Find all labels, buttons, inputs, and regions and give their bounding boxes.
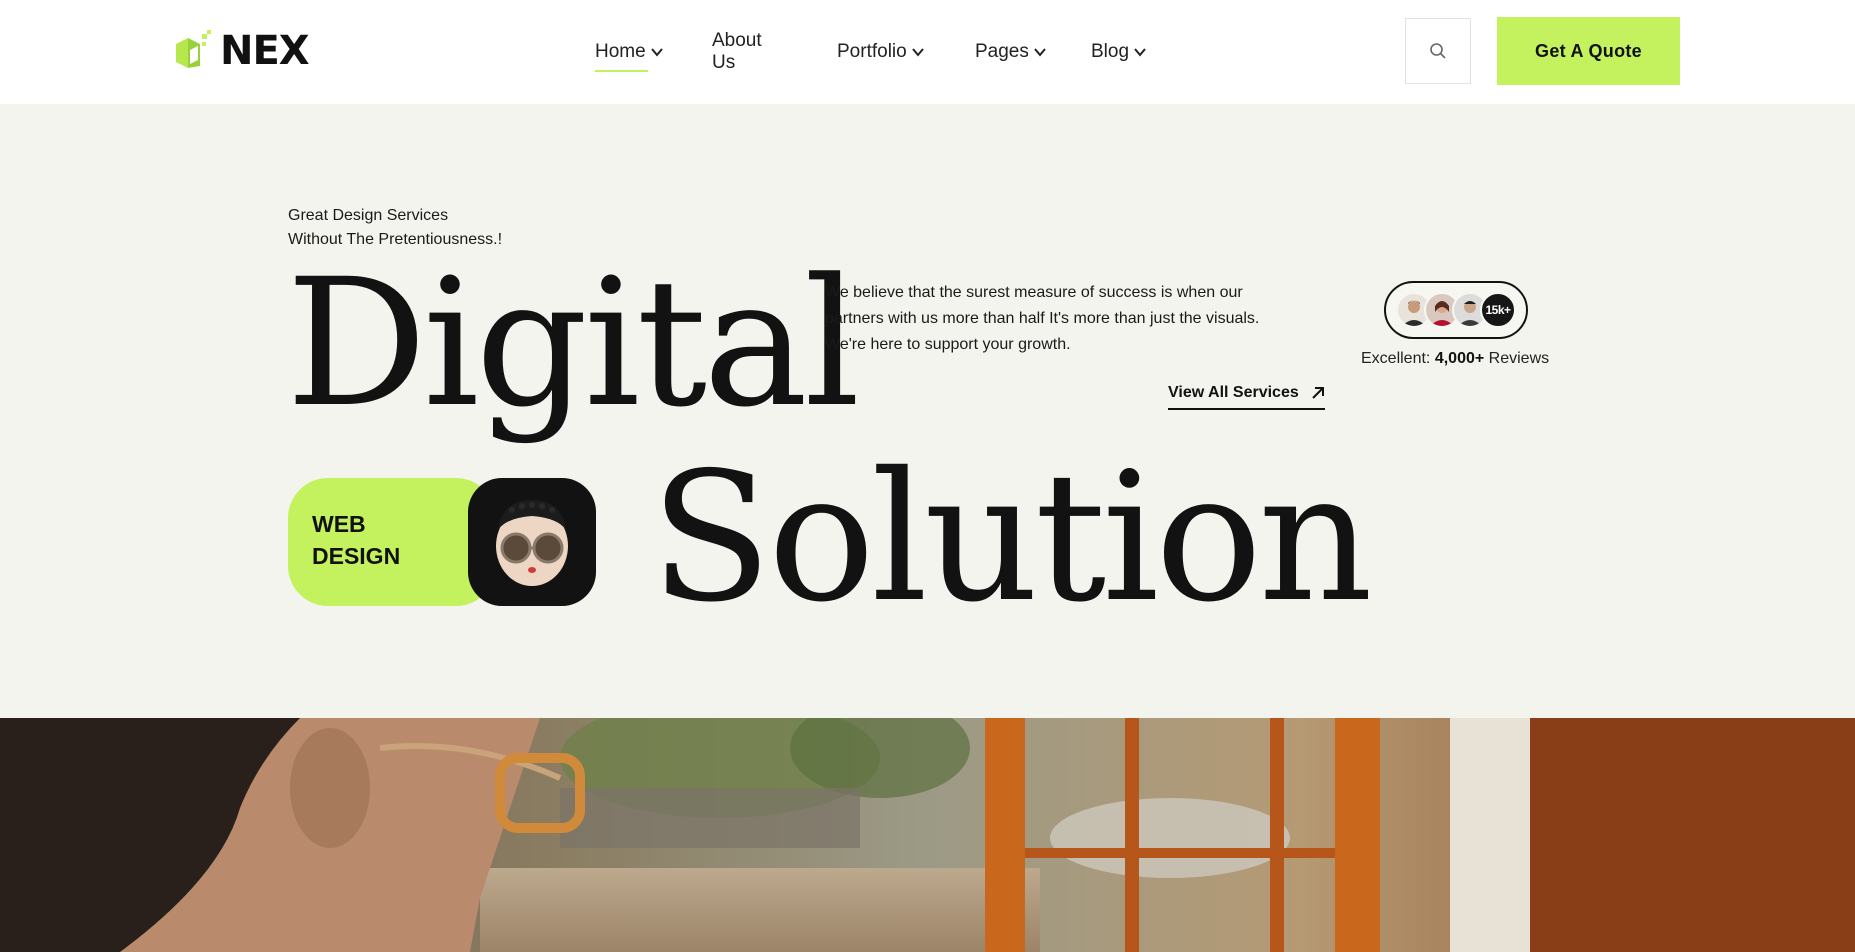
reviewer-avatars: 15k+ xyxy=(1384,281,1528,339)
character-avatar-illustration xyxy=(496,500,568,586)
nav-blog[interactable]: Blog xyxy=(1091,38,1147,66)
logo-icon xyxy=(176,30,211,68)
search-icon xyxy=(1430,43,1446,59)
hero-section: Great Design Services Without The Preten… xyxy=(0,104,1855,718)
get-a-quote-button[interactable]: Get A Quote xyxy=(1497,17,1680,85)
chevron-down-icon xyxy=(1034,48,1046,57)
hero-photo xyxy=(0,718,1855,952)
workspace-photo xyxy=(0,718,1855,952)
nav-about-us[interactable]: About Us xyxy=(712,30,762,73)
nav-pages[interactable]: Pages xyxy=(975,38,1047,66)
nav-home-label: Home xyxy=(595,41,646,62)
nav-home[interactable]: Home xyxy=(595,38,664,72)
chevron-down-icon xyxy=(1134,48,1146,57)
nav-blog-label: Blog xyxy=(1091,41,1130,62)
chevron-down-icon xyxy=(650,48,663,57)
search-button[interactable] xyxy=(1405,18,1471,84)
reviews-suffix: Reviews xyxy=(1488,350,1550,367)
view-all-label: View All Services xyxy=(1168,384,1299,401)
logo[interactable]: NEX xyxy=(174,28,310,74)
reviews-number: 4,000+ xyxy=(1434,350,1485,367)
headline-solution: Solution xyxy=(650,434,1373,641)
tagline-line-1: Great Design Services xyxy=(288,207,449,224)
view-all-services-link[interactable]: View All Services xyxy=(1168,384,1325,410)
headline-digital: Digital xyxy=(286,241,860,446)
reviews-summary: Excellent: 4,000+ Reviews xyxy=(1361,350,1549,368)
reviews-prefix: Excellent: xyxy=(1361,350,1431,367)
nav-portfolio-label: Portfolio xyxy=(837,41,907,62)
character-avatar-tile xyxy=(468,478,596,606)
site-header: NEX Home About Us Portfolio Pages Blog G… xyxy=(0,0,1855,104)
nav-about-us-label: About Us xyxy=(712,30,762,73)
logo-text: NEX xyxy=(220,28,310,74)
web-design-badge: WEB DESIGN xyxy=(288,478,496,606)
reviews-count-badge: 15k+ xyxy=(1480,292,1516,328)
hero-description: We believe that the surest measure of su… xyxy=(825,284,1260,353)
arrow-up-right-icon xyxy=(1312,387,1324,399)
nav-portfolio[interactable]: Portfolio xyxy=(837,38,925,66)
nav-pages-label: Pages xyxy=(975,41,1029,62)
chevron-down-icon xyxy=(911,48,924,57)
